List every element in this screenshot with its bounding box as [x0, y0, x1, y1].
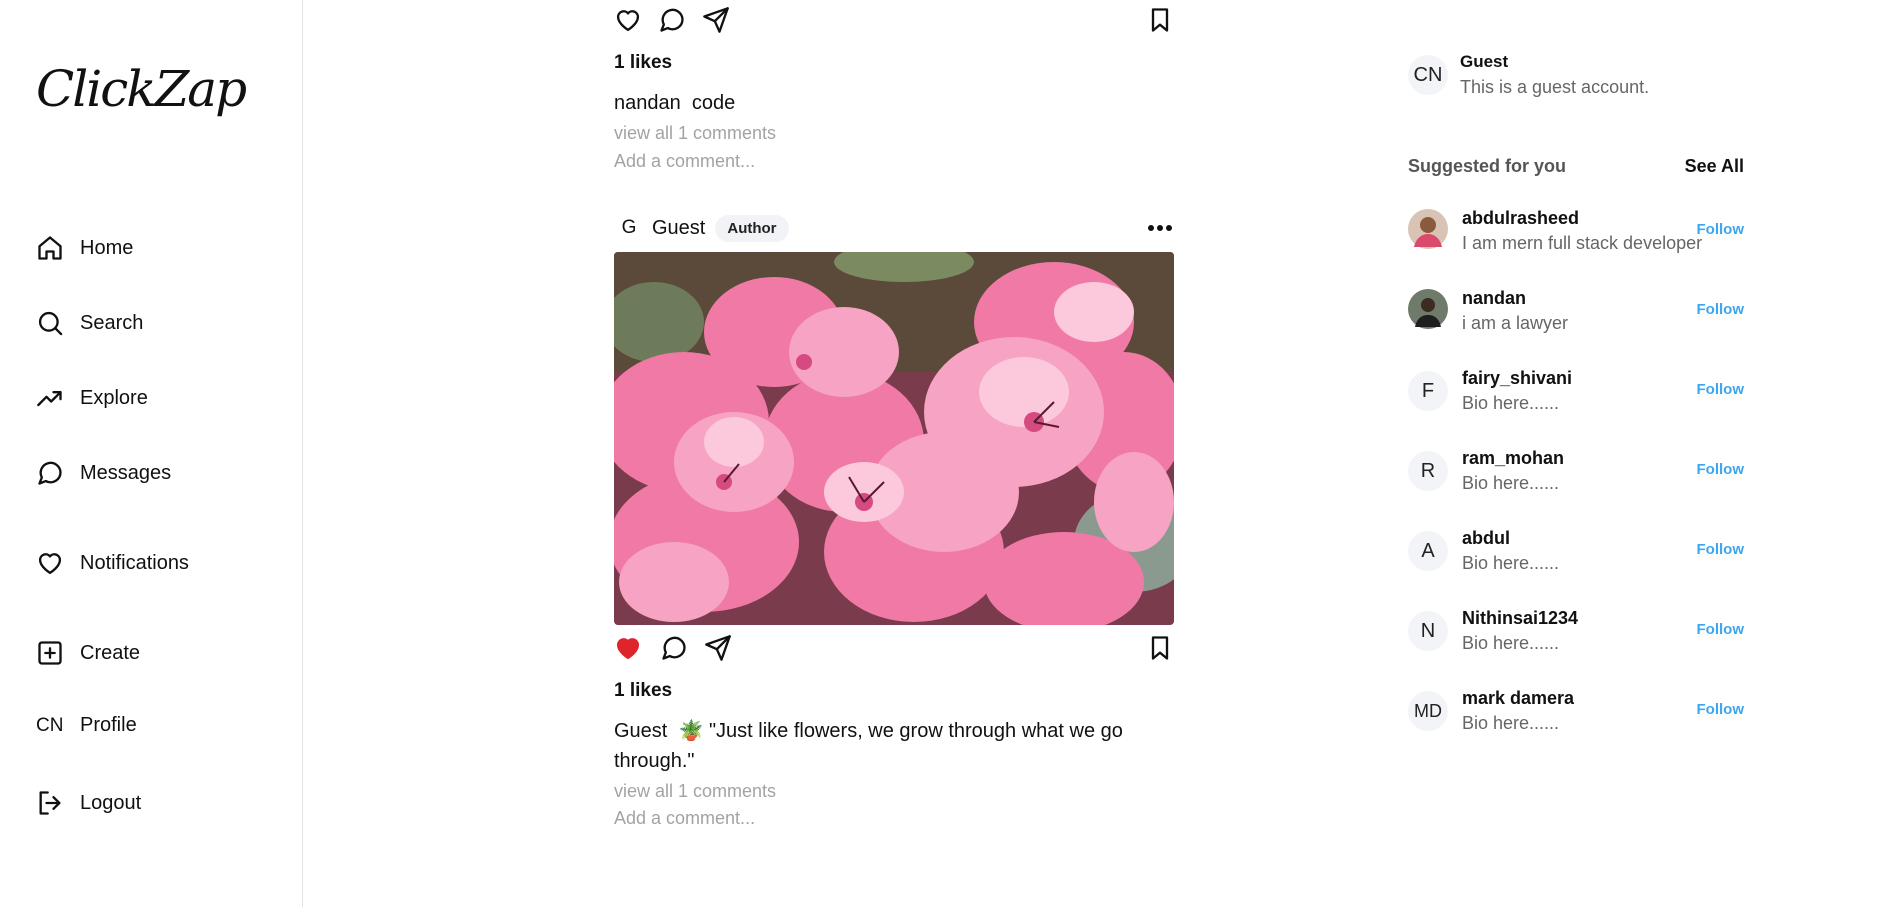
avatar[interactable]	[1408, 208, 1448, 254]
suggestion-bio: Bio here......	[1462, 393, 1560, 413]
suggestion-username[interactable]: abdulrasheed	[1462, 208, 1702, 229]
caption-username[interactable]: Guest	[614, 720, 667, 742]
suggestion-username[interactable]: abdul	[1462, 528, 1559, 549]
profile-avatar: CN	[36, 714, 64, 736]
comment-icon[interactable]	[658, 6, 686, 39]
suggestion-username[interactable]: fairy_shivani	[1462, 368, 1572, 389]
follow-button[interactable]: Follow	[1697, 541, 1745, 558]
comment-icon[interactable]	[660, 634, 688, 667]
avatar[interactable]: F	[1408, 371, 1448, 411]
sidebar-item-label: Search	[80, 311, 144, 334]
suggestion-username[interactable]: nandan	[1462, 288, 1568, 309]
follow-button[interactable]: Follow	[1697, 621, 1745, 638]
current-user-bio: This is a guest account.	[1460, 77, 1650, 97]
sidebar-item-label: Create	[80, 641, 141, 664]
avatar[interactable]: CN	[1408, 55, 1448, 95]
sidebar-item-search[interactable]: Search	[36, 309, 143, 337]
sidebar: ClickZap Home Search Explore Messages No…	[0, 0, 303, 907]
suggestion-bio: I am mern full stack developer	[1462, 233, 1703, 253]
follow-button[interactable]: Follow	[1697, 701, 1745, 718]
sidebar-item-explore[interactable]: Explore	[36, 384, 148, 412]
view-comments-link[interactable]: view all 1 comments	[614, 123, 776, 144]
follow-button[interactable]: Follow	[1697, 461, 1745, 478]
view-comments-link[interactable]: view all 1 comments	[614, 781, 776, 802]
sidebar-item-label: Explore	[80, 386, 148, 409]
sidebar-item-label: Home	[80, 236, 134, 259]
like-icon-filled[interactable]	[614, 634, 642, 667]
current-user-card: CN Guest This is a guest account.	[1408, 52, 1649, 98]
suggestion-bio: Bio here......	[1462, 713, 1560, 733]
bookmark-icon[interactable]	[1146, 634, 1174, 667]
add-comment-input[interactable]: Add a comment...	[614, 151, 755, 172]
sidebar-item-logout[interactable]: Logout	[36, 789, 141, 817]
see-all-link[interactable]: See All	[1685, 156, 1744, 177]
post-header: G Guest Author	[614, 213, 1174, 243]
follow-button[interactable]: Follow	[1697, 381, 1745, 398]
avatar[interactable]: MD	[1408, 691, 1448, 731]
sidebar-item-messages[interactable]: Messages	[36, 459, 171, 487]
suggestion-bio: Bio here......	[1462, 633, 1560, 653]
suggestion-bio: i am a lawyer	[1462, 313, 1569, 333]
suggestion-item: N Nithinsai1234 Bio here...... Follow	[1408, 606, 1744, 656]
trending-icon	[36, 384, 64, 412]
post-caption: nandan code	[614, 88, 1144, 118]
app-logo[interactable]: ClickZap	[36, 60, 247, 118]
sidebar-item-label: Messages	[80, 461, 172, 484]
suggestion-item: MD mark damera Bio here...... Follow	[1408, 686, 1744, 736]
sidebar-item-label: Notifications	[80, 551, 189, 574]
suggestion-item: R ram_mohan Bio here...... Follow	[1408, 446, 1744, 496]
avatar[interactable]: R	[1408, 451, 1448, 491]
suggestion-bio: Bio here......	[1462, 553, 1560, 573]
likes-count: 1 likes	[614, 680, 673, 701]
post-caption: Guest 🪴 "Just like flowers, we grow thro…	[614, 716, 1144, 776]
sidebar-item-label: Logout	[80, 791, 142, 814]
suggestion-username[interactable]: mark damera	[1462, 688, 1574, 709]
sidebar-item-profile[interactable]: CN Profile	[36, 714, 137, 737]
suggestion-username[interactable]: Nithinsai1234	[1462, 608, 1578, 629]
follow-button[interactable]: Follow	[1697, 221, 1745, 238]
message-icon	[36, 459, 64, 487]
suggestion-item: nandan i am a lawyer Follow	[1408, 286, 1744, 336]
heart-icon	[36, 549, 64, 577]
avatar[interactable]: A	[1408, 531, 1448, 571]
author-badge: Author	[715, 214, 789, 242]
avatar[interactable]	[1408, 288, 1448, 334]
suggested-header: Suggested for you See All	[1408, 156, 1744, 177]
likes-count: 1 likes	[614, 52, 673, 73]
sidebar-item-create[interactable]: Create	[36, 639, 140, 667]
avatar[interactable]: N	[1408, 611, 1448, 651]
suggested-title: Suggested for you	[1408, 156, 1567, 176]
more-options-icon[interactable]	[1146, 213, 1174, 248]
share-icon[interactable]	[704, 634, 732, 667]
add-comment-input[interactable]: Add a comment...	[614, 808, 755, 829]
caption-text: 🪴 "Just like flowers, we grow through wh…	[614, 720, 1123, 772]
post-actions	[614, 6, 1174, 38]
suggestion-item: A abdul Bio here...... Follow	[1408, 526, 1744, 576]
search-icon	[36, 309, 64, 337]
sidebar-item-label: Profile	[80, 714, 137, 736]
post-image[interactable]	[614, 252, 1174, 625]
suggestion-item: F fairy_shivani Bio here...... Follow	[1408, 366, 1744, 416]
sidebar-item-notifications[interactable]: Notifications	[36, 549, 189, 577]
current-user-name[interactable]: Guest	[1460, 52, 1649, 72]
logout-icon	[36, 789, 64, 817]
suggestion-item: abdulrasheed I am mern full stack develo…	[1408, 206, 1744, 256]
suggestion-bio: Bio here......	[1462, 473, 1560, 493]
plus-square-icon	[36, 639, 64, 667]
post-avatar[interactable]: G	[614, 213, 644, 243]
caption-username[interactable]: nandan	[614, 92, 681, 114]
caption-text: code	[691, 92, 736, 114]
post-actions	[614, 634, 1174, 666]
flower-photo	[614, 252, 1174, 625]
share-icon[interactable]	[702, 6, 730, 39]
follow-button[interactable]: Follow	[1697, 301, 1745, 318]
sidebar-item-home[interactable]: Home	[36, 234, 133, 262]
bookmark-icon[interactable]	[1146, 6, 1174, 39]
post-username[interactable]: Guest	[652, 217, 705, 240]
home-icon	[36, 234, 64, 262]
like-icon[interactable]	[614, 6, 642, 39]
suggestion-username[interactable]: ram_mohan	[1462, 448, 1564, 469]
